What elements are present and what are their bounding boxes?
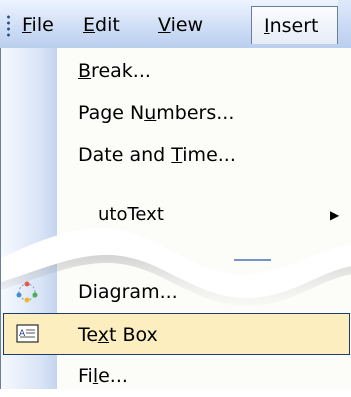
diagram-icon [14, 280, 40, 304]
menu-item-label-rest: ime... [182, 144, 236, 166]
menu-item-label: Page Numbers... [78, 92, 234, 134]
menu-item-label-rest: e... [98, 365, 128, 387]
menu-item-label-mnemonic: T [171, 144, 183, 166]
menu-item-label: Diagram... [78, 271, 178, 313]
menu-edit-rest: dit [95, 14, 120, 36]
menu-view[interactable]: View [158, 8, 203, 42]
menu-item-file[interactable]: File... [1, 355, 351, 397]
menu-item-label-prefix: Date and [78, 144, 172, 166]
menu-view-mnemonic: V [158, 14, 171, 36]
menu-edit-mnemonic: E [83, 14, 96, 36]
menu-item-diagram[interactable]: Diagram... [1, 271, 351, 313]
menu-item-page-numbers[interactable]: Page Numbers... [1, 92, 351, 134]
menu-file-rest: ile [31, 14, 54, 36]
menubar-filler [338, 0, 351, 49]
menu-view-rest: iew [170, 14, 204, 36]
menu-insert-rest: nsert [269, 15, 319, 37]
menu-item-label-prefix: Te [78, 324, 98, 346]
menu-item-label: File... [78, 355, 128, 397]
menu-item-label-mnemonic: B [78, 60, 92, 82]
menu-item-label-prefix: Diagram... [78, 281, 178, 303]
menu-edit[interactable]: Edit [83, 8, 120, 42]
menu-file-mnemonic: F [22, 14, 32, 36]
menu-file[interactable]: File [22, 8, 54, 42]
menu-item-break[interactable]: Break... [1, 50, 351, 92]
text-box-icon: A [15, 322, 41, 346]
toolbar-grip-icon[interactable] [6, 14, 11, 38]
menu-item-label: Date and Time... [78, 134, 236, 176]
menu-bar: File Edit View Insert [0, 0, 351, 49]
menu-item-label-prefix: Page N [78, 102, 145, 124]
menu-item-label-prefix: Fi [78, 365, 93, 387]
menu-item-label-rest: mbers... [156, 102, 235, 124]
menu-insert[interactable]: Insert [251, 6, 338, 44]
menu-item-label: Break... [78, 50, 151, 92]
menu-item-label-mnemonic: u [144, 102, 157, 124]
menu-item-label: Text Box [78, 314, 158, 356]
menu-item-label-rest: reak... [91, 60, 151, 82]
menu-item-text-box[interactable]: A Text Box [3, 313, 350, 355]
menu-item-label-mnemonic: x [97, 324, 109, 346]
insert-menu: Break... Page Numbers... Date and Time..… [0, 48, 351, 389]
menu-item-date-and-time[interactable]: Date and Time... [1, 134, 351, 176]
menu-item-label-rest: t Box [108, 324, 158, 346]
